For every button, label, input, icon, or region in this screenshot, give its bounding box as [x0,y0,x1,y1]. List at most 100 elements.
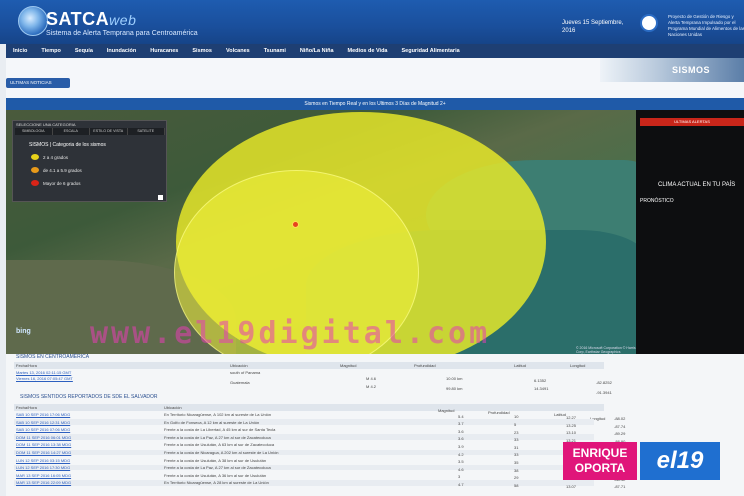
row-datetime-link[interactable]: MAR 13 SEP 2016 22:09 MDG [16,480,71,485]
row-datetime-link[interactable]: Martes 13, 2016 02:11:15 GMT [16,370,71,375]
map-title: Sismos en Tiempo Real y en los Ultimos 3… [6,98,744,110]
site-watermark: www.el19digital.com [90,316,491,351]
tab-simbologia[interactable]: SIMBOLOGIA [15,128,53,135]
legend-row-large: Mayor de 6 grados [31,180,81,186]
nav-inicio[interactable]: Inicio [6,48,34,54]
row-datetime-link[interactable]: LUN 12 SEP 2016 17:30 MDG [16,465,70,470]
row-magnitude: 3.9 [458,444,464,449]
row-location: En Golfo de Fonseca, A 12 km al sureste … [164,419,260,425]
bing-logo: bing [16,328,31,335]
nav-tiempo[interactable]: Tiempo [34,48,67,54]
tab-satelite[interactable]: SATELITE [127,128,165,135]
row-magnitude: M 4.6 [366,376,377,381]
row-magnitude: 3.7 [458,421,464,427]
legend-row-medium: de 4.1 a 5.9 grados [31,167,82,173]
screen: SATCAweb Sistema de Alerta Temprana para… [0,0,744,496]
row-magnitude: 5.4 [458,413,464,419]
col-header: Ubicación [230,363,248,368]
site-header: SATCAweb Sistema de Alerta Temprana para… [0,0,744,44]
author-last-name: OPORTA [574,461,626,475]
quake-small-icon [31,154,39,160]
row-latitude: 14.3491 [534,386,549,391]
col-header: Profundidad [414,363,436,368]
forecast-title: PRONÓSTICO [640,198,674,204]
satca-globe-icon [18,6,48,36]
row-latitude: 6.1352 [534,378,547,383]
wfp-emblem-icon [640,14,658,32]
col-header: Latitud [514,363,527,368]
row-datetime-link[interactable]: DOM 11 SEP 2016 14:27 MDG [16,450,71,455]
row-location: south of Panama [230,370,261,375]
row-depth: 5 [514,422,517,427]
row-datetime-link[interactable]: Viernes 16, 2016 07:05:47 GMT [16,376,73,381]
site-logo[interactable]: SATCAweb [46,9,136,30]
row-location: Frente a la costa de Nicaragua, A 202 km… [164,450,279,455]
row-longitude: -89.29 [614,431,626,437]
quake-medium-icon [31,167,39,173]
logo-name: SATCA [46,9,110,29]
row-location: Frente a la costa de La Paz, A 27 km al … [164,465,271,471]
table1-header: Fecha/Hora Ubicación Magnitud Profundida… [14,362,604,369]
sismos-banner: SISMOS [600,58,744,82]
author-first-name: ENRIQUE [572,446,628,460]
row-stripe [14,449,594,456]
col-header: Magnitud [340,363,357,368]
nav-nino-nina[interactable]: Niño/La Niña [293,48,341,54]
nav-sequia[interactable]: Sequía [68,48,100,54]
org-description: Proyecto de Gestión de Riesgo y Alerta T… [668,14,744,37]
tab-escala[interactable]: ESCALA [52,128,90,135]
legend-label: Mayor de 6 grados [43,180,81,186]
row-depth: 38 [514,467,519,473]
nav-sismos[interactable]: Sismos [185,48,219,54]
nav-inundacion[interactable]: Inundación [100,48,143,54]
tab-estilo-de-vista[interactable]: ESTILO DE VISTA [90,128,128,135]
row-location: Frente a la costa de Usulután, A 38 km a… [164,457,267,463]
row-stripe [14,479,594,486]
row-location: Frente a la costa de La Libertad, A 45 k… [164,427,276,433]
nav-huracanes[interactable]: Huracanes [143,48,185,54]
table1-title: SISMOS EN CENTROAMÉRICA [16,354,90,360]
row-depth: 10.00 km [446,376,463,381]
row-magnitude: M 4.2 [366,384,377,389]
row-location: Frente a la costa de Usulután, A 63 km a… [164,442,275,448]
legend-title: SELECCIONE UNA CATEGORIA [16,122,76,127]
row-datetime-link[interactable]: SAB 10 SEP 2016 07:06 MDG [16,427,70,432]
row-location: Frente a la costa de La Paz, A 27 km al … [164,434,271,440]
nav-medios-de-vida[interactable]: Medios de Vida [341,48,395,54]
col-header: Ubicación [164,405,182,410]
col-header: Fecha/Hora [16,363,37,368]
col-header: Magnitud [438,408,455,413]
legend-close-icon[interactable] [158,195,163,200]
latest-news-tab[interactable]: ULTIMAS NOTICIAS [6,78,70,88]
row-magnitude: 4.7 [458,482,464,487]
table2-title: SISMOS SENTIDOS REPORTADOS DE SDE EL SAL… [20,394,158,400]
nav-seguridad-alimentaria[interactable]: Seguridad Alimentaria [394,48,466,54]
row-longitude: -88.02 [614,416,626,421]
earthquake-marker-icon[interactable] [292,221,299,228]
col-header: Fecha/Hora [16,405,37,410]
current-weather-title: CLIMA ACTUAL EN TU PAÍS [658,182,736,188]
row-magnitude: 3.5 [458,459,464,465]
legend-row-small: 2 a 4 grados [31,154,68,160]
main-nav: Inicio Tiempo Sequía Inundación Huracane… [6,44,744,58]
nav-volcanes[interactable]: Volcanes [219,48,257,54]
row-depth: 99.80 km [446,386,463,391]
row-location: En Territorio Nicaragüense, A 28 km al s… [164,480,269,486]
row-datetime-link[interactable]: SAB 10 SEP 2016 12:31 MDG [16,420,70,425]
legend-label: 2 a 4 grados [43,154,69,160]
latest-alerts-header[interactable]: ULTIMAS ALERTAS [640,118,744,126]
row-magnitude: 3.6 [458,428,464,434]
row-datetime-link[interactable]: SAB 10 SEP 2016 17:06 MDG [16,412,70,417]
row-latitude: 13.25 [566,422,577,428]
nav-tsunami[interactable]: Tsunami [257,48,293,54]
row-datetime-link[interactable]: LUN 12 SEP 2016 03:15 MDG [16,458,70,463]
row-longitude: -82.8252 [596,380,612,385]
row-datetime-link[interactable]: DOM 11 SEP 2016 06:01 MDG [16,435,71,440]
legend-heading: SISMOS | Categoria de los sismos [29,142,106,148]
row-location: En Territorio Nicaragüense, A 102 km al … [164,412,272,417]
row-latitude: 13.07 [566,483,577,489]
row-datetime-link[interactable]: DOM 11 SEP 2016 13:38 MDG [16,442,71,447]
row-depth: 58 [514,482,519,488]
row-datetime-link[interactable]: MAR 13 SEP 2016 16:05 MDG [16,473,71,478]
sismos-banner-label: SISMOS [672,65,711,75]
